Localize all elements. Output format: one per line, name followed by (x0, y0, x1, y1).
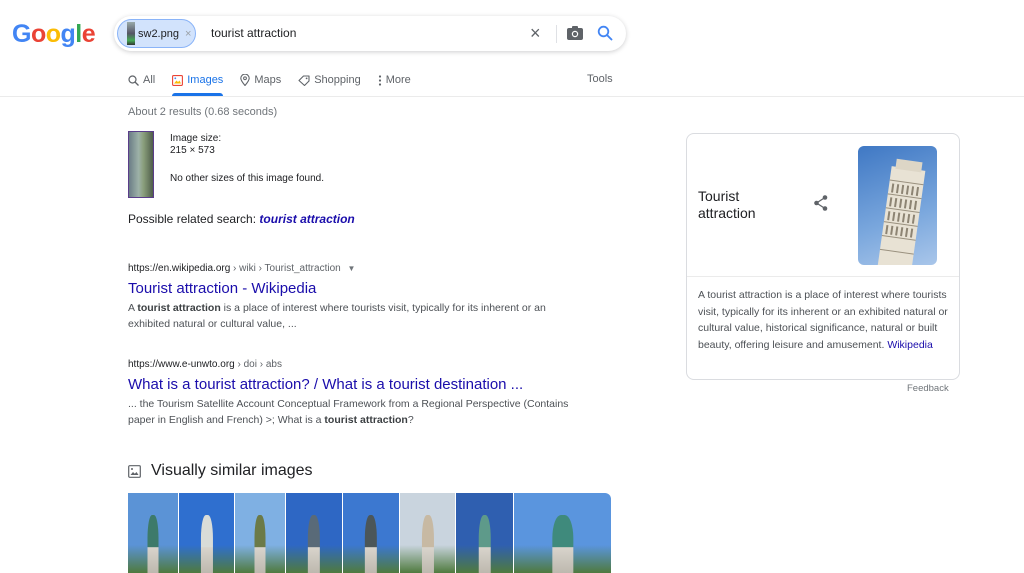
knowledge-panel: Tourist attraction A tourist attraction … (686, 133, 960, 380)
statue-figure (478, 515, 491, 573)
result-url[interactable]: https://en.wikipedia.org › wiki › Touris… (128, 263, 578, 274)
logo-letter: g (60, 20, 76, 48)
search-icon (128, 74, 139, 86)
result-url[interactable]: https://www.e-unwto.org › doi › abs (128, 359, 583, 370)
knowledge-panel-description: A tourist attraction is a place of inter… (698, 287, 948, 353)
image-icon (128, 464, 141, 478)
statue-figure (364, 515, 378, 573)
result-url-host: https://en.wikipedia.org (128, 263, 231, 274)
clear-icon[interactable]: × (530, 24, 541, 42)
tab-label: All (143, 74, 156, 86)
header-divider (0, 96, 1024, 97)
camera-icon[interactable] (567, 26, 583, 40)
similar-image[interactable] (456, 493, 513, 573)
search-icon[interactable] (597, 25, 613, 41)
search-result: https://en.wikipedia.org › wiki › Touris… (128, 263, 578, 332)
search-divider (556, 25, 557, 43)
related-search-link[interactable]: tourist attraction (259, 212, 354, 226)
knowledge-panel-title: Tourist attraction (698, 188, 756, 221)
chip-filename: sw2.png (138, 27, 179, 40)
more-vert-icon (378, 74, 382, 86)
statue-figure (421, 515, 434, 573)
google-logo[interactable]: Google (12, 20, 96, 49)
visually-similar-title: Visually similar images (151, 462, 313, 479)
result-title-link[interactable]: What is a tourist attraction? / What is … (128, 376, 583, 393)
share-icon[interactable] (812, 194, 830, 212)
tab-label: Maps (254, 74, 282, 86)
result-menu-dropdown-icon[interactable]: ▼ (347, 264, 355, 273)
image-size-label: Image size: (170, 133, 222, 144)
visually-similar-heading: Visually similar images (128, 462, 313, 480)
related-search-prefix: Possible related search: (128, 212, 260, 226)
similar-image[interactable] (514, 493, 611, 573)
result-url-path: › doi › abs (234, 359, 282, 370)
snippet-highlight: tourist attraction (137, 302, 221, 314)
result-snippet: ... the Tourism Satellite Account Concep… (128, 396, 583, 428)
chip-thumbnail (127, 22, 135, 45)
tab-label: More (385, 74, 411, 86)
logo-letter: o (30, 20, 46, 48)
similar-image[interactable] (343, 493, 399, 573)
statue-figure (307, 515, 321, 573)
statue-figure (200, 515, 213, 573)
tools-button[interactable]: Tools (587, 73, 613, 85)
tab-all[interactable]: All (128, 73, 155, 87)
statue-figure (254, 515, 266, 573)
tab-maps[interactable]: Maps (240, 73, 281, 87)
tab-more[interactable]: More (378, 73, 411, 87)
snippet-text: ? (407, 414, 414, 426)
result-url-path: › wiki › Tourist_attraction (230, 263, 341, 274)
leaning-tower-illustration (877, 158, 926, 265)
result-url-host: https://www.e-unwto.org (128, 359, 235, 370)
result-snippet: A tourist attraction is a place of inter… (128, 300, 578, 332)
related-search: Possible related search: tourist attract… (128, 212, 355, 226)
no-other-sizes-text: No other sizes of this image found. (170, 173, 324, 184)
similar-image[interactable] (179, 493, 234, 573)
similar-image[interactable] (400, 493, 455, 573)
similar-image[interactable] (286, 493, 342, 573)
tab-label: Images (187, 74, 224, 86)
tag-icon (298, 74, 310, 86)
logo-letter: e (81, 20, 96, 48)
similar-image[interactable] (128, 493, 178, 573)
tab-label: Shopping (314, 74, 361, 86)
statue-figure (551, 515, 574, 573)
knowledge-panel-image[interactable] (858, 146, 937, 265)
search-result: https://www.e-unwto.org › doi › abs What… (128, 359, 583, 428)
query-image-thumbnail[interactable] (128, 131, 154, 198)
wikipedia-source-link[interactable]: Wikipedia (887, 339, 933, 351)
image-icon (172, 74, 184, 86)
similar-image[interactable] (235, 493, 285, 573)
tab-images[interactable]: Images (172, 73, 224, 96)
chip-remove-icon[interactable]: × (185, 28, 191, 40)
map-pin-icon (240, 74, 251, 86)
search-input[interactable]: tourist attraction (211, 26, 296, 40)
logo-letter: G (12, 20, 31, 48)
image-query-chip[interactable]: sw2.png × (117, 19, 196, 48)
tab-shopping[interactable]: Shopping (298, 73, 361, 87)
result-stats: About 2 results (0.68 seconds) (128, 106, 278, 118)
snippet-highlight: tourist attraction (324, 414, 408, 426)
search-box[interactable]: sw2.png × tourist attraction × (114, 16, 626, 51)
result-title-link[interactable]: Tourist attraction - Wikipedia (128, 280, 578, 297)
search-tabs: All Images Maps Shopping More (128, 73, 428, 96)
snippet-text: A (128, 302, 138, 314)
similar-images-strip (128, 493, 612, 573)
knowledge-panel-divider (687, 276, 959, 277)
statue-figure (147, 515, 159, 573)
feedback-link[interactable]: Feedback (907, 383, 949, 394)
image-size-value: 215 × 573 (170, 145, 215, 156)
logo-letter: o (45, 20, 61, 48)
